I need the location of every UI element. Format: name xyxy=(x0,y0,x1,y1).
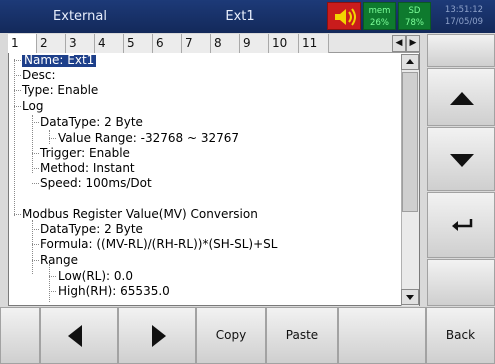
tree-connector xyxy=(49,264,50,302)
paste-button[interactable]: Paste xyxy=(266,307,338,364)
tree-connector xyxy=(49,130,50,144)
blank-bottom-button xyxy=(338,307,426,364)
blank-right-button xyxy=(427,34,495,67)
tab-7[interactable]: 7 xyxy=(182,34,211,53)
tree-connector xyxy=(49,291,56,292)
tree-connector xyxy=(32,260,39,261)
settings-tree: Name: Ext1 Desc: Type: Enable Log DataTy… xyxy=(10,55,400,305)
up-arrow-button[interactable] xyxy=(427,68,495,126)
down-arrow-icon xyxy=(450,154,474,167)
tab-2[interactable]: 2 xyxy=(37,34,66,53)
clock-date: 17/05/09 xyxy=(444,17,484,27)
blank-right-button xyxy=(427,259,495,306)
tree-item-method[interactable]: Method: Instant xyxy=(40,161,135,176)
tree-item-desc[interactable]: Desc: xyxy=(22,68,56,83)
right-arrow-icon xyxy=(152,325,166,347)
enter-icon xyxy=(452,219,473,231)
tree-item-conversion-datatype[interactable]: DataType: 2 Byte xyxy=(40,222,143,237)
left-arrow-icon xyxy=(68,325,82,347)
channel-tabs: 1 2 3 4 5 6 7 8 9 10 11 ◀ ▶ xyxy=(8,34,420,53)
tab-9[interactable]: 9 xyxy=(240,34,269,53)
tree-connector xyxy=(32,229,39,230)
tree-connector xyxy=(14,60,21,61)
tab-scroll-left-icon[interactable]: ◀ xyxy=(392,35,406,52)
tree-connector xyxy=(49,276,56,277)
channel-title: Ext1 xyxy=(225,9,255,24)
tab-3[interactable]: 3 xyxy=(66,34,95,53)
tree-item-trigger[interactable]: Trigger: Enable xyxy=(40,146,130,161)
tree-connector xyxy=(14,106,21,107)
tree-item-modbus-conversion[interactable]: Modbus Register Value(MV) Conversion xyxy=(22,207,258,222)
tree-connector xyxy=(14,75,21,76)
blank-bottom-button xyxy=(0,307,40,364)
tree-connector xyxy=(32,168,39,169)
tree-item-log[interactable]: Log xyxy=(22,99,43,114)
copy-button[interactable]: Copy xyxy=(196,307,266,364)
scroll-down-icon[interactable] xyxy=(401,289,419,305)
tree-connector xyxy=(32,153,39,154)
next-button[interactable] xyxy=(118,307,196,364)
tree-item-formula[interactable]: Formula: ((MV-RL)/(RH-RL))*(SH-SL)+SL xyxy=(40,237,277,252)
tree-connector xyxy=(32,122,39,123)
tab-1[interactable]: 1 xyxy=(8,34,37,53)
sd-value: 78% xyxy=(405,18,424,28)
tab-4[interactable]: 4 xyxy=(95,34,124,53)
memory-usage-badge: mem 26% xyxy=(363,2,396,30)
tab-scroll: ◀ ▶ xyxy=(392,35,420,52)
enter-button[interactable] xyxy=(427,192,495,258)
mem-value: 26% xyxy=(370,18,389,28)
down-arrow-button[interactable] xyxy=(427,127,495,191)
tree-connector xyxy=(14,214,21,215)
tree-item-high-rh[interactable]: High(RH): 65535.0 xyxy=(58,284,170,299)
tree-item-value-range[interactable]: Value Range: -32768 ~ 32767 xyxy=(58,131,239,146)
tree-connector xyxy=(32,183,39,184)
tab-11[interactable]: 11 xyxy=(299,34,329,53)
tree-item-speed[interactable]: Speed: 100ms/Dot xyxy=(40,176,152,191)
scroll-thumb[interactable] xyxy=(402,72,418,212)
scroll-up-icon[interactable] xyxy=(401,54,419,70)
tab-scroll-right-icon[interactable]: ▶ xyxy=(406,35,420,52)
window-section-title: External xyxy=(53,9,107,24)
mem-label: mem xyxy=(368,6,391,16)
tree-item-low-rl[interactable]: Low(RL): 0.0 xyxy=(58,269,133,284)
tree-connector xyxy=(49,138,56,139)
tree-item-log-datatype[interactable]: DataType: 2 Byte xyxy=(40,115,143,130)
tree-connector xyxy=(32,244,39,245)
back-button[interactable]: Back xyxy=(426,307,495,364)
tree-connector xyxy=(14,59,15,216)
tree-connector xyxy=(14,90,21,91)
tab-10[interactable]: 10 xyxy=(269,34,299,53)
sd-label: SD xyxy=(408,6,421,16)
tree-item-name[interactable]: Name: Ext1 xyxy=(22,55,97,68)
clock: 13:51:12 17/05/09 xyxy=(434,2,494,30)
tree-item-type[interactable]: Type: Enable xyxy=(22,83,98,98)
tab-5[interactable]: 5 xyxy=(124,34,153,53)
previous-button[interactable] xyxy=(40,307,118,364)
tree-connector xyxy=(32,115,33,173)
speaker-mute-icon[interactable] xyxy=(327,2,361,30)
tree-item-range[interactable]: Range xyxy=(40,253,78,268)
clock-time: 13:51:12 xyxy=(444,5,484,15)
tab-8[interactable]: 8 xyxy=(211,34,240,53)
up-arrow-icon xyxy=(450,92,474,105)
sd-usage-badge: SD 78% xyxy=(398,2,431,30)
tab-6[interactable]: 6 xyxy=(153,34,182,53)
